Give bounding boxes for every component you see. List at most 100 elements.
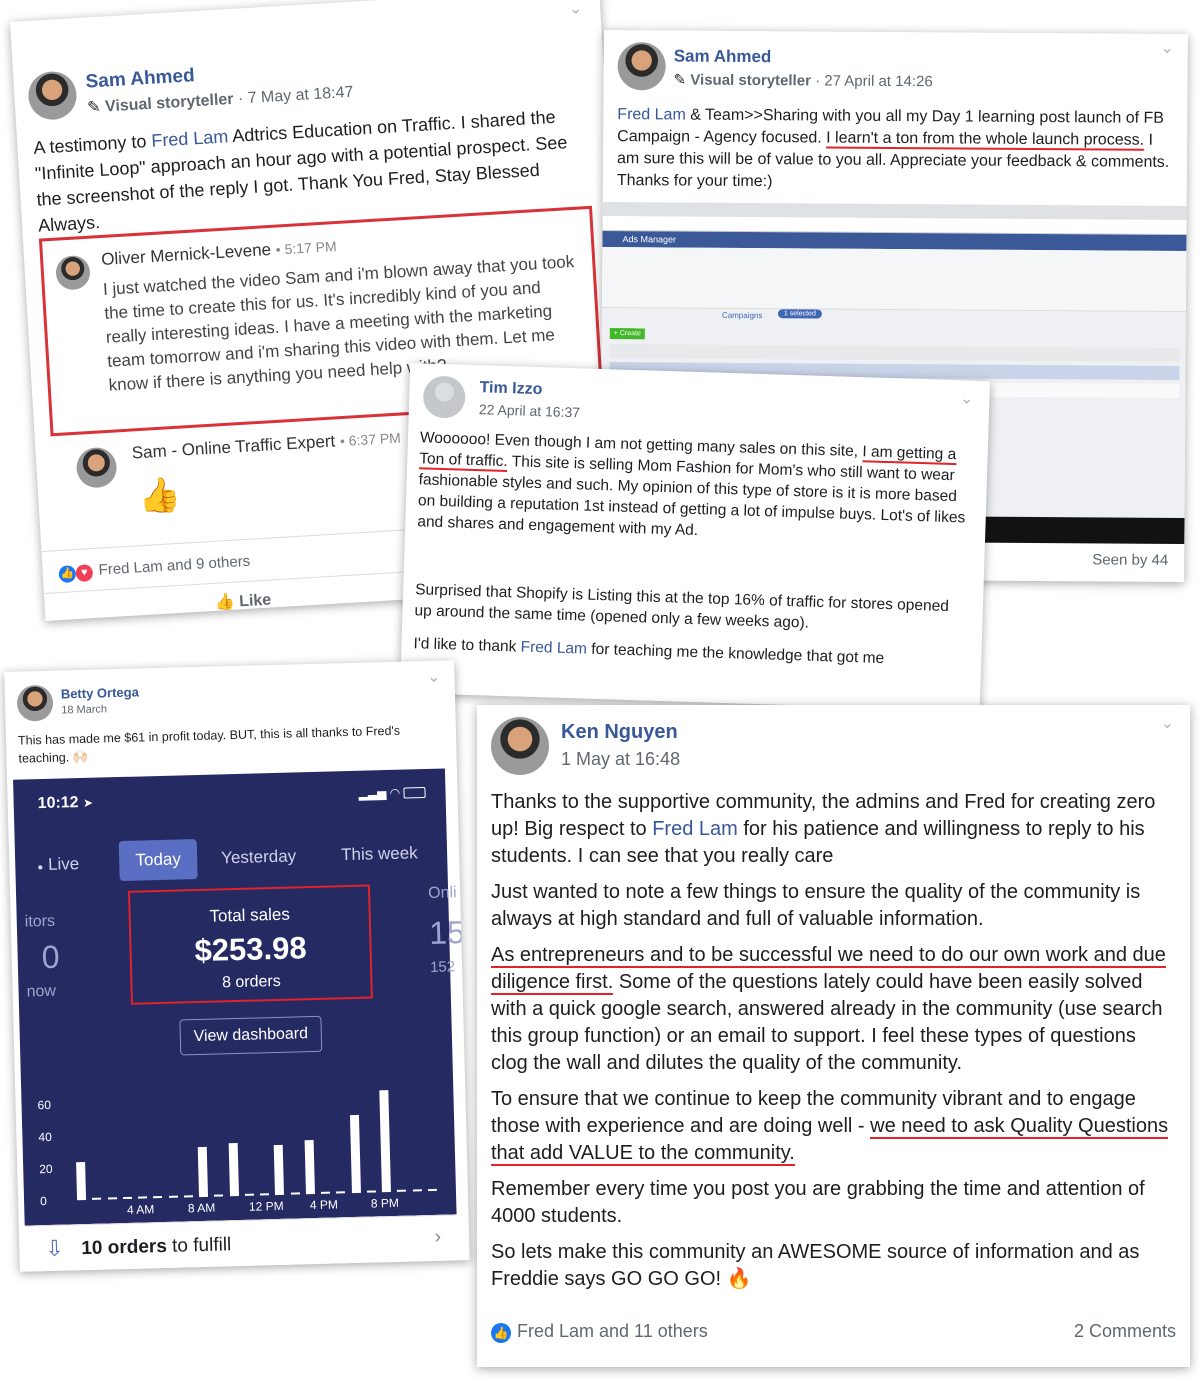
create-button: + Create bbox=[609, 328, 645, 340]
chart-bar bbox=[244, 1193, 254, 1196]
post-paragraph: I'd like to thank Fred Lam for teaching … bbox=[413, 633, 961, 671]
love-reaction-icon: ♥ bbox=[75, 564, 94, 583]
chevron-right-icon: › bbox=[434, 1225, 442, 1248]
total-sales-box[interactable]: Total sales $253.98 8 orders bbox=[127, 884, 373, 1005]
post-author[interactable]: Sam Ahmed bbox=[674, 46, 772, 67]
y-tick-label: 20 bbox=[39, 1161, 53, 1177]
post-body: Thanks to the supportive community, the … bbox=[491, 789, 1177, 1293]
mention-link[interactable]: Fred Lam bbox=[151, 126, 229, 151]
post-paragraph: Remember every time you post you are gra… bbox=[491, 1178, 1145, 1227]
mention-link[interactable]: Fred Lam bbox=[652, 818, 738, 840]
sales-bar-chart: 0 20 40 60 4 AM 8 AM 12 PM 4 PM 8 PM bbox=[21, 1068, 457, 1225]
chevron-down-icon[interactable]: ⌄ bbox=[960, 388, 974, 408]
mention-link[interactable]: Fred Lam bbox=[520, 639, 587, 658]
post-text-part: A testimony to bbox=[32, 130, 152, 158]
fulfill-text: 10 orders to fulfill bbox=[81, 1234, 231, 1260]
battery-icon bbox=[403, 787, 426, 799]
chart-bar bbox=[138, 1196, 148, 1199]
thumbs-up-icon: 👍 bbox=[137, 475, 182, 517]
post-time[interactable]: 1 May at 16:48 bbox=[561, 749, 680, 770]
comment-author: Oliver Mernick-Levene bbox=[100, 239, 272, 269]
chart-bar bbox=[274, 1145, 285, 1196]
visitors-value: 0 bbox=[41, 938, 60, 976]
chevron-down-icon[interactable]: ⌄ bbox=[427, 667, 441, 687]
reactions-summary[interactable]: 👍 ♥ Fred Lam and 9 others bbox=[58, 553, 251, 584]
wifi-icon: ◠ bbox=[389, 785, 401, 800]
chart-bar bbox=[260, 1193, 270, 1196]
avatar[interactable] bbox=[27, 70, 78, 121]
total-sales-value: $253.98 bbox=[194, 930, 308, 969]
post-text: This has made me $61 in profit today. BU… bbox=[17, 723, 401, 766]
mention-link[interactable]: Fred Lam bbox=[617, 106, 686, 123]
post-author[interactable]: Ken Nguyen bbox=[561, 721, 678, 744]
reply-time: • 6:37 PM bbox=[339, 429, 402, 450]
tab-yesterday[interactable]: Yesterday bbox=[221, 846, 296, 868]
tab-today[interactable]: Today bbox=[118, 839, 198, 882]
avatar bbox=[75, 446, 118, 489]
avatar[interactable] bbox=[16, 684, 54, 722]
chevron-down-icon[interactable]: ⌄ bbox=[568, 0, 583, 19]
avatar[interactable] bbox=[617, 42, 666, 91]
x-tick-label: 8 PM bbox=[370, 1195, 400, 1211]
chart-bar bbox=[122, 1196, 132, 1200]
comment-header: Oliver Mernick-Levene • 5:17 PM bbox=[101, 236, 338, 270]
post-author[interactable]: Betty Ortega bbox=[61, 684, 139, 701]
seen-count[interactable]: Seen by 44 bbox=[1092, 551, 1168, 569]
avatar[interactable] bbox=[491, 717, 549, 775]
chart-bar bbox=[107, 1197, 117, 1200]
x-tick-label: 8 AM bbox=[187, 1200, 216, 1216]
toolbar-area bbox=[601, 246, 1187, 313]
post-time[interactable]: 18 March bbox=[61, 703, 107, 716]
badge-label: Visual storyteller bbox=[104, 90, 235, 116]
post-author[interactable]: Tim Izzo bbox=[479, 379, 542, 399]
badge-label: Visual storyteller bbox=[690, 71, 812, 90]
y-tick-label: 40 bbox=[38, 1129, 52, 1145]
comments-count[interactable]: 2 Comments bbox=[1074, 1321, 1176, 1342]
online-value: 15 bbox=[428, 914, 466, 951]
chart-bar bbox=[412, 1189, 422, 1192]
post-paragraph: Just wanted to note a few things to ensu… bbox=[491, 881, 1141, 930]
chart-bar bbox=[379, 1089, 392, 1193]
chevron-down-icon[interactable]: ⌄ bbox=[1160, 38, 1174, 58]
chevron-down-icon[interactable]: ⌄ bbox=[1161, 713, 1174, 733]
chart-bar bbox=[228, 1143, 239, 1197]
signal-icon: ▂▃▅ bbox=[358, 786, 387, 801]
post-card-betty-ortega: ⌄ Betty Ortega 18 March This has made me… bbox=[4, 660, 470, 1272]
underlined-text: I learn't a ton from the whole launch pr… bbox=[826, 129, 1145, 151]
y-tick-label: 60 bbox=[37, 1097, 52, 1113]
post-card-tim-izzo: ⌄ Tim Izzo 22 April at 16:37 Woooooo! Ev… bbox=[399, 362, 991, 712]
post-text-part: for teaching me the knowledge that got m… bbox=[586, 640, 885, 667]
tab-label: Live bbox=[47, 854, 80, 874]
post-meta: ✎ Visual storyteller · 27 April at 14:26 bbox=[674, 70, 933, 90]
fulfill-count: 10 orders bbox=[81, 1235, 168, 1260]
chart-bar bbox=[183, 1195, 193, 1198]
status-clock: 10:12 ➤ bbox=[37, 794, 93, 813]
view-dashboard-button[interactable]: View dashboard bbox=[179, 1015, 323, 1056]
like-button[interactable]: 👍 Like bbox=[214, 590, 271, 613]
chart-bar bbox=[336, 1191, 346, 1194]
post-author[interactable]: Sam Ahmed bbox=[85, 65, 195, 93]
comment-time: • 5:17 PM bbox=[275, 238, 338, 258]
x-tick-label: 4 PM bbox=[309, 1197, 339, 1213]
total-sales-label: Total sales bbox=[209, 904, 291, 926]
chart-bar bbox=[397, 1189, 407, 1192]
post-time[interactable]: 22 April at 16:37 bbox=[479, 401, 581, 420]
post-card-ken-nguyen: ⌄ Ken Nguyen 1 May at 16:48 Thanks to th… bbox=[477, 705, 1190, 1367]
avatar[interactable] bbox=[422, 375, 466, 419]
storyteller-badge-icon: ✎ bbox=[673, 71, 687, 89]
table-header bbox=[609, 344, 1180, 362]
tab-live[interactable]: ● Live bbox=[37, 854, 79, 875]
post-time[interactable]: · 7 May at 18:47 bbox=[237, 84, 353, 108]
x-tick-label: 12 PM bbox=[248, 1198, 284, 1214]
chart-bar bbox=[76, 1161, 87, 1201]
fulfill-bar[interactable]: ⇩ 10 orders to fulfill › bbox=[24, 1214, 458, 1272]
reactions-summary[interactable]: 👍 Fred Lam and 11 others bbox=[491, 1321, 708, 1343]
location-arrow-icon: ➤ bbox=[82, 795, 94, 810]
post-text-part: I'd like to thank bbox=[413, 635, 521, 656]
y-tick-label: 0 bbox=[39, 1194, 47, 1209]
like-reaction-icon: 👍 bbox=[491, 1323, 511, 1343]
tab-this-week[interactable]: This week bbox=[341, 843, 418, 865]
post-time[interactable]: · 27 April at 14:26 bbox=[815, 72, 933, 90]
chart-bar bbox=[153, 1196, 163, 1199]
post-text: Fred Lam & Team>>Sharing with you all my… bbox=[617, 104, 1174, 196]
